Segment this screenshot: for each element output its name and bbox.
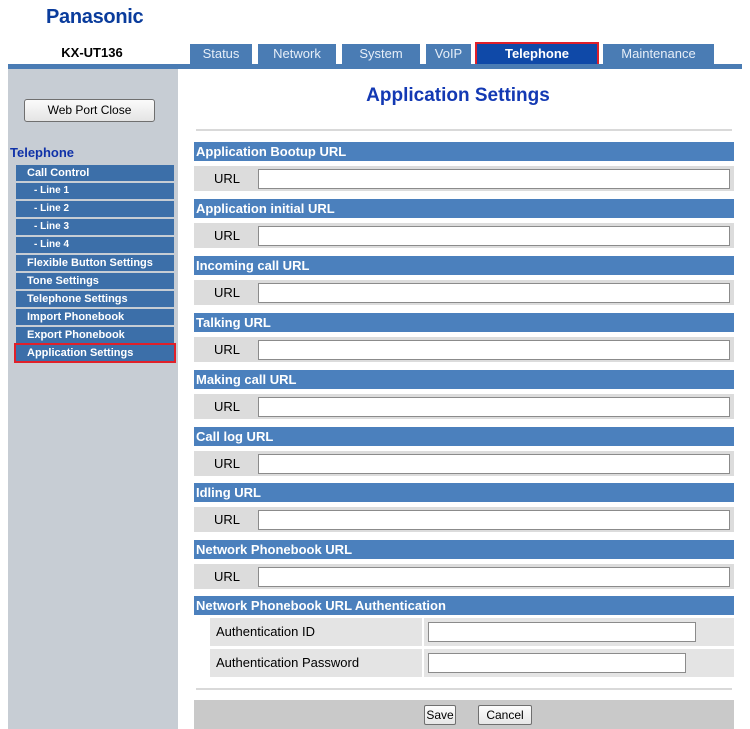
sidebar-item-line-2[interactable]: - Line 2 [16,201,174,217]
auth-id-cell [424,618,734,646]
sidebar-item-application-settings[interactable]: Application Settings [14,343,176,363]
making-call-url-input[interactable] [258,397,730,417]
tab-maintenance[interactable]: Maintenance [603,44,714,64]
url-label: URL [214,342,241,357]
web-port-close-button[interactable]: Web Port Close [24,99,155,122]
sidebar-item-export-phonebook[interactable]: Export Phonebook [16,327,174,343]
auth-password-row: Authentication Password [194,649,734,677]
url-label: URL [214,228,241,243]
tab-telephone[interactable]: Telephone [475,42,599,66]
section-header: Application Bootup URL [194,142,734,161]
sidebar-item-line-1[interactable]: - Line 1 [16,183,174,199]
main-content: Application Settings Application Bootup … [178,69,742,729]
url-label: URL [214,285,241,300]
section-header: Network Phonebook URL Authentication [194,596,734,615]
sidebar-item-tone-settings[interactable]: Tone Settings [16,273,174,289]
section-header: Incoming call URL [194,256,734,275]
url-row: URL [194,564,734,589]
sidebar-item-call-control[interactable]: Call Control [16,165,174,181]
divider [196,129,732,131]
url-row: URL [194,166,734,191]
section-header: Network Phonebook URL [194,540,734,559]
page-title: Application Settings [366,85,550,106]
tab-network[interactable]: Network [258,44,336,64]
authentication-id-input[interactable] [428,622,696,642]
sidebar-item-flexible-button-settings[interactable]: Flexible Button Settings [16,255,174,271]
network-phonebook-url-input[interactable] [258,567,730,587]
url-label: URL [214,512,241,527]
incoming-call-url-input[interactable] [258,283,730,303]
sidebar-item-line-3[interactable]: - Line 3 [16,219,174,235]
call-log-url-input[interactable] [258,454,730,474]
sidebar-title: Telephone [10,145,75,160]
form-actions: Save Cancel [194,700,734,729]
auth-id-label: Authentication ID [210,618,422,646]
auth-password-cell [424,649,734,677]
url-label: URL [214,171,241,186]
sidebar-item-line-4[interactable]: - Line 4 [16,237,174,253]
section-header: Idling URL [194,483,734,502]
url-row: URL [194,337,734,362]
auth-id-row: Authentication ID [194,618,734,646]
tab-voip[interactable]: VoIP [426,44,471,64]
section-header: Talking URL [194,313,734,332]
section-header: Making call URL [194,370,734,389]
section-header: Application initial URL [194,199,734,218]
url-row: URL [194,394,734,419]
url-label: URL [214,569,241,584]
url-row: URL [194,507,734,532]
url-row: URL [194,223,734,248]
url-label: URL [214,399,241,414]
save-button[interactable]: Save [424,705,456,725]
model-name: KX-UT136 [61,45,123,60]
idling-url-input[interactable] [258,510,730,530]
cancel-button[interactable]: Cancel [478,705,532,725]
auth-password-label: Authentication Password [210,649,422,677]
talking-url-input[interactable] [258,340,730,360]
tab-system[interactable]: System [342,44,420,64]
url-row: URL [194,451,734,476]
url-label: URL [214,456,241,471]
panasonic-logo: Panasonic [46,6,144,28]
sidebar: Web Port Close Telephone Call Control - … [8,69,178,729]
application-initial-url-input[interactable] [258,226,730,246]
sidebar-item-import-phonebook[interactable]: Import Phonebook [16,309,174,325]
url-row: URL [194,280,734,305]
section-header: Call log URL [194,427,734,446]
application-bootup-url-input[interactable] [258,169,730,189]
sidebar-item-telephone-settings[interactable]: Telephone Settings [16,291,174,307]
divider [196,688,732,690]
authentication-password-input[interactable] [428,653,686,673]
tab-status[interactable]: Status [190,44,252,64]
